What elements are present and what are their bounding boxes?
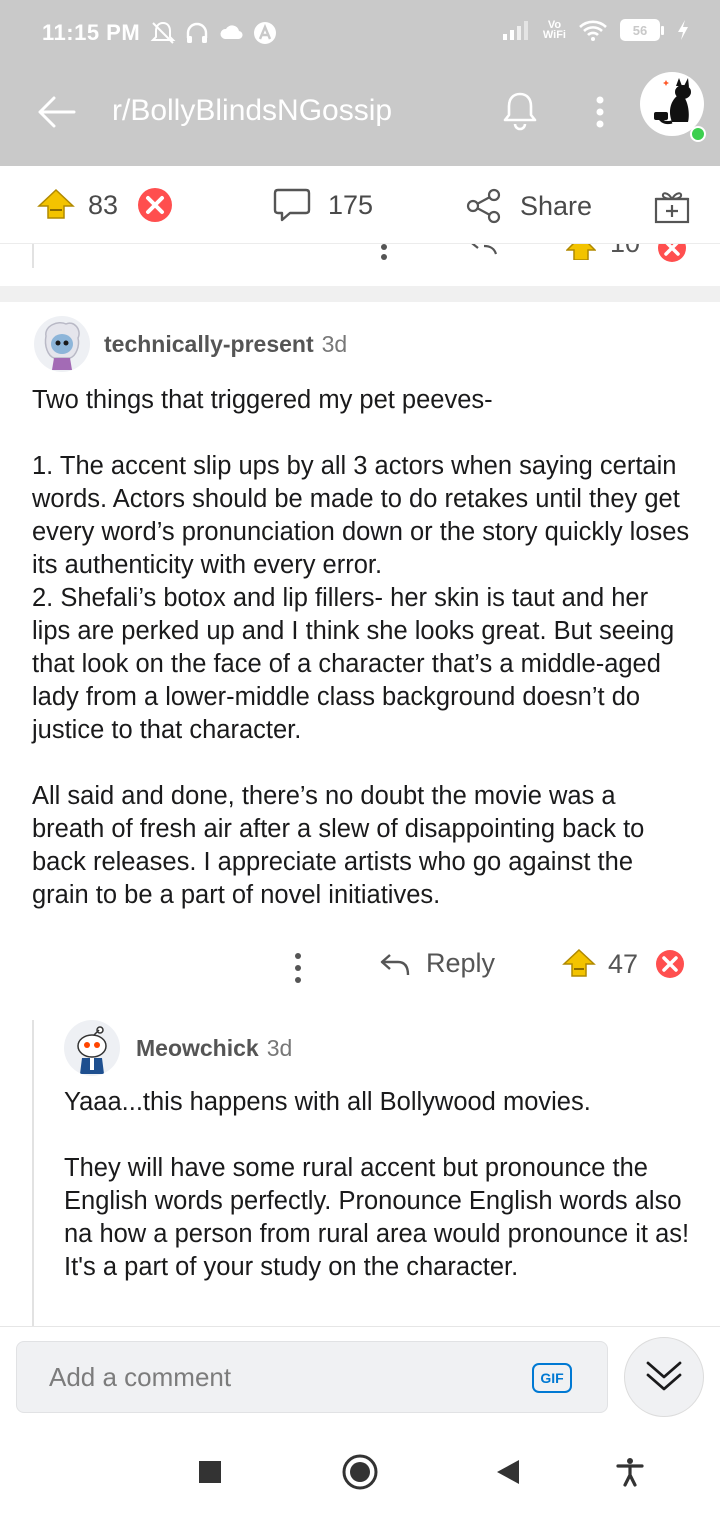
comment-header: technically-present 3d <box>34 316 347 372</box>
post-score: 83 <box>88 189 119 220</box>
accessibility-button[interactable] <box>608 1450 652 1494</box>
comment-composer: GIF <box>0 1326 720 1424</box>
upvote-award-icon[interactable] <box>566 244 596 260</box>
post-vote-group: 83 <box>36 186 174 224</box>
previous-comment-score: 10 <box>610 244 640 259</box>
reply-body: Yaaa...this happens with all Bollywood m… <box>64 1086 696 1317</box>
gift-icon <box>654 192 690 224</box>
online-status-dot <box>690 126 706 142</box>
comment-paragraph: Two things that triggered my pet peeves- <box>32 386 493 414</box>
collapse-threads-button[interactable] <box>624 1337 704 1417</box>
status-notification-icons <box>150 20 278 46</box>
comment-paragraph: All said and done, there’s no doubt the … <box>32 782 645 909</box>
vowifi-indicator: Vo WiFi <box>542 19 566 41</box>
comment-actions: Reply 47 <box>0 942 720 992</box>
wifi-icon <box>579 20 607 41</box>
previous-comment-actions-partial: 10 <box>0 244 720 268</box>
back-arrow-icon[interactable] <box>34 90 78 134</box>
comment-body: Two things that triggered my pet peeves-… <box>32 384 692 945</box>
top-app-bar: 11:15 PM Vo WiFi 56 r/BollyBlindsNGossip <box>0 0 720 166</box>
share-button[interactable]: Share <box>464 186 592 226</box>
back-button[interactable] <box>486 1450 530 1494</box>
downvote-icon[interactable] <box>136 186 174 224</box>
more-vertical-icon[interactable] <box>286 948 310 988</box>
downvote-icon[interactable] <box>656 244 688 264</box>
mute-icon <box>150 21 176 44</box>
status-time: 11:15 PM <box>42 20 141 45</box>
comment-avatar[interactable] <box>34 316 90 372</box>
back-triangle-icon <box>497 1460 519 1484</box>
reply-arrow-icon <box>380 953 410 975</box>
award-button[interactable] <box>652 186 692 226</box>
comment-username[interactable]: technically-present <box>104 331 314 358</box>
reply-arrow-icon[interactable] <box>464 244 500 258</box>
cloud-icon <box>220 25 243 40</box>
status-bar: 11:15 PM Vo WiFi 56 <box>0 0 720 70</box>
more-vertical-icon[interactable] <box>376 244 392 262</box>
snoo-avatar-icon <box>77 1026 107 1074</box>
reply-avatar[interactable] <box>64 1020 120 1076</box>
app-a-icon <box>254 22 276 44</box>
system-navigation-bar <box>0 1424 720 1520</box>
home-circle-icon <box>342 1454 378 1490</box>
reply-label: Reply <box>426 948 496 978</box>
headphones-icon <box>186 22 208 43</box>
signal-icon <box>502 21 528 40</box>
reply-username[interactable]: Meowchick <box>136 1035 259 1062</box>
upvote-award-icon[interactable] <box>562 949 596 979</box>
gif-button[interactable]: GIF <box>532 1363 572 1393</box>
upvote-award-icon[interactable] <box>36 188 76 222</box>
comment-score: 47 <box>608 948 639 979</box>
comment-divider <box>0 286 720 302</box>
share-icon <box>466 188 501 224</box>
comments-button[interactable]: 175 <box>272 186 373 224</box>
thread-line[interactable] <box>32 1020 34 1326</box>
add-comment-input[interactable] <box>16 1341 608 1413</box>
post-action-bar: 83 175 Share <box>0 166 720 244</box>
reply-button[interactable]: Reply <box>378 948 495 979</box>
snoo-avatar-icon <box>44 322 80 370</box>
battery-indicator: 56 <box>620 19 664 41</box>
accessibility-icon <box>616 1458 644 1487</box>
downvote-icon[interactable] <box>654 948 686 980</box>
comment-age: 3d <box>321 330 348 357</box>
user-avatar[interactable] <box>640 72 706 142</box>
reply-paragraph: Yaaa...this happens with all Bollywood m… <box>64 1088 591 1116</box>
reply-age: 3d <box>266 1034 293 1061</box>
comment-paragraph: 1. The accent slip ups by all 3 actors w… <box>32 452 690 744</box>
share-label: Share <box>520 190 593 221</box>
recents-button[interactable] <box>188 1450 232 1494</box>
thread-line <box>32 244 34 268</box>
bell-icon[interactable] <box>498 88 542 132</box>
comment-bubble-icon <box>273 188 311 222</box>
comment-vote-group: 47 <box>562 948 686 980</box>
battery-level: 56 <box>620 19 660 41</box>
reply-paragraph: They will have some rural accent but pro… <box>64 1154 690 1281</box>
comment-count: 175 <box>328 189 374 220</box>
battery-tip <box>661 25 664 35</box>
app-header: r/BollyBlindsNGossip <box>0 72 720 162</box>
square-icon <box>199 1461 221 1483</box>
chevron-double-down-icon <box>646 1361 682 1391</box>
status-system-icons: Vo WiFi 56 <box>501 18 690 42</box>
reply-header: Meowchick 3d <box>64 1020 292 1076</box>
subreddit-title[interactable]: r/BollyBlindsNGossip <box>112 94 392 128</box>
charging-bolt-icon <box>678 20 688 40</box>
more-vertical-icon[interactable] <box>586 90 614 134</box>
home-button[interactable] <box>338 1450 382 1494</box>
